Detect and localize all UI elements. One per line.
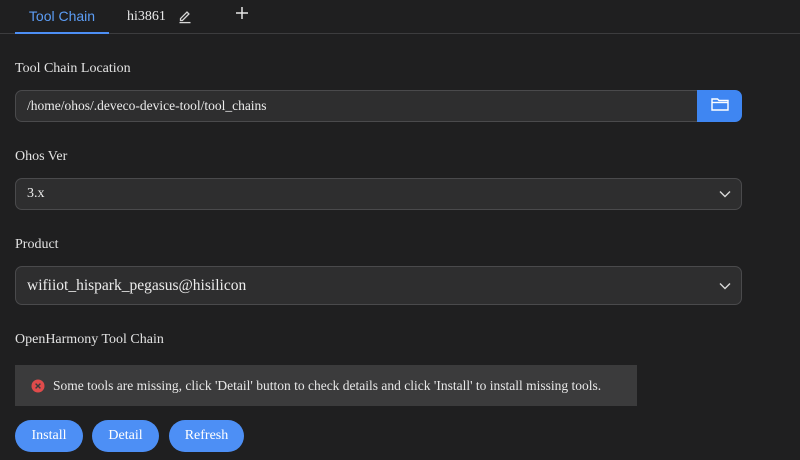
chevron-down-icon bbox=[719, 190, 731, 198]
ohos-ver-select[interactable]: 3.x bbox=[15, 178, 742, 210]
alert-message: Some tools are missing, click 'Detail' b… bbox=[53, 377, 602, 393]
detail-label: Detail bbox=[108, 428, 143, 443]
missing-tools-alert: Some tools are missing, click 'Detail' b… bbox=[15, 365, 637, 406]
refresh-label: Refresh bbox=[184, 428, 229, 443]
tab-label: Tool Chain bbox=[28, 8, 96, 24]
add-tab-button[interactable] bbox=[233, 6, 251, 24]
openharmony-toolchain-label: OpenHarmony Tool Chain bbox=[15, 332, 164, 347]
ohos-ver-label: Ohos Ver bbox=[15, 149, 68, 164]
detail-button[interactable]: Detail bbox=[92, 420, 159, 452]
error-circle-icon bbox=[31, 379, 45, 393]
tab-tool-chain[interactable]: Tool Chain bbox=[15, 0, 109, 34]
toolchain-location-input[interactable]: /home/ohos/.deveco-device-tool/tool_chai… bbox=[15, 90, 698, 122]
chevron-down-icon bbox=[719, 282, 731, 290]
tab-hi3861[interactable]: hi3861 bbox=[127, 0, 192, 34]
plus-icon bbox=[235, 6, 249, 25]
product-value: wifiiot_hispark_pegasus@hisilicon bbox=[27, 276, 247, 294]
toolchain-location-value: /home/ohos/.deveco-device-tool/tool_chai… bbox=[27, 98, 267, 113]
browse-folder-button[interactable] bbox=[697, 90, 742, 122]
ohos-ver-value: 3.x bbox=[27, 186, 45, 201]
tab-bar: Tool Chain hi3861 bbox=[0, 0, 800, 34]
refresh-button[interactable]: Refresh bbox=[169, 420, 244, 452]
tab-label: hi3861 bbox=[127, 9, 166, 24]
toolchain-location-label: Tool Chain Location bbox=[15, 61, 131, 76]
product-select[interactable]: wifiiot_hispark_pegasus@hisilicon bbox=[15, 266, 742, 305]
install-button[interactable]: Install bbox=[15, 420, 83, 452]
pencil-icon[interactable] bbox=[178, 10, 192, 24]
product-label: Product bbox=[15, 237, 59, 252]
folder-icon bbox=[710, 97, 729, 116]
install-label: Install bbox=[31, 428, 67, 443]
